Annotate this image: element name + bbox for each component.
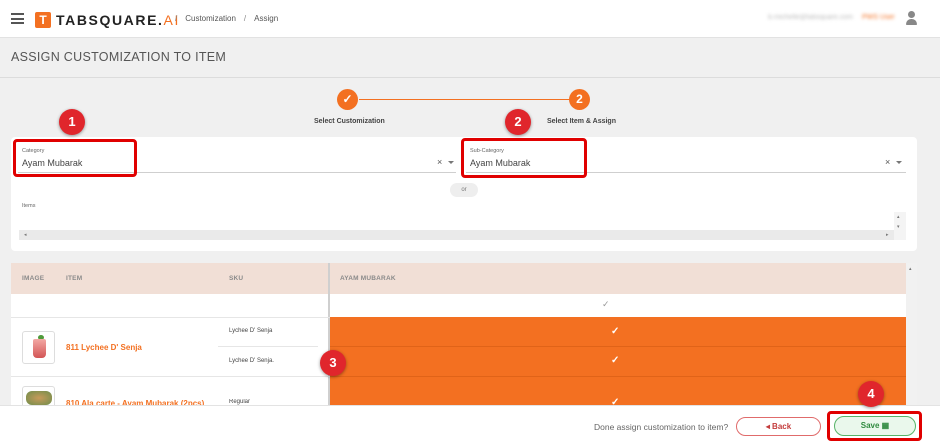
items-vertical-scrollbar[interactable]: ▴ ▾ (894, 212, 906, 240)
breadcrumb: / Customization / Assign (175, 14, 278, 23)
user-avatar-icon[interactable] (905, 11, 917, 26)
step-1-label: Select Customization (314, 118, 385, 125)
category-caret-icon[interactable] (448, 161, 454, 164)
annotation-badge-1: 1 (59, 109, 85, 135)
subcategory-clear-icon[interactable]: × (885, 157, 890, 167)
save-highlight-box (827, 411, 922, 441)
sku-label: Lychee D' Senja. (229, 358, 274, 364)
row-divider (11, 317, 330, 318)
page-title: ASSIGN CUSTOMIZATION TO ITEM (11, 50, 227, 64)
scroll-up-icon[interactable]: ▴ (897, 214, 900, 220)
hamburger-menu-icon[interactable] (11, 13, 24, 24)
breadcrumb-sep: / (175, 14, 178, 23)
stepper-connector (359, 99, 581, 100)
user-email: b.michelle@tabsquare.com (768, 14, 853, 21)
scroll-left-icon[interactable]: ◂ (24, 232, 27, 238)
annotation-badge-2: 2 (505, 109, 531, 135)
select-all-check-icon[interactable]: ✓ (602, 299, 610, 310)
step-2-number: 2 (569, 89, 590, 110)
col-header-image: IMAGE (22, 275, 45, 282)
user-role-tag: PWS User (862, 14, 895, 21)
title-divider (0, 77, 940, 78)
assign-check-icon[interactable]: ✓ (611, 355, 619, 366)
category-highlight-box (13, 139, 137, 177)
cell-divider (330, 346, 906, 347)
table-vertical-scrollbar[interactable]: ▴ (906, 263, 917, 405)
breadcrumb-item-assign: Assign (254, 14, 279, 23)
table-header-right (328, 263, 906, 294)
row-divider (218, 346, 318, 347)
step-1-check-icon: ✓ (337, 89, 358, 110)
items-label: Items (22, 203, 36, 209)
or-divider: or (450, 183, 478, 197)
subcategory-highlight-box (461, 138, 587, 178)
table-header-left (11, 263, 328, 294)
col-header-ayam-mubarak: AYAM MUBARAK (340, 275, 396, 282)
scroll-right-icon[interactable]: ▸ (886, 232, 889, 238)
done-prompt: Done assign customization to item? (594, 422, 729, 432)
logo-text: TABSQUARE.AI (56, 12, 180, 28)
logo-wordmark: TABSQUARE. (56, 11, 164, 28)
breadcrumb-sep: / (243, 14, 247, 23)
logo-mark: T (35, 11, 51, 28)
col-header-sku: SKU (229, 275, 244, 282)
items-scrollbar[interactable] (19, 230, 894, 240)
scroll-down-icon[interactable]: ▾ (897, 224, 900, 230)
back-button[interactable]: ◂ Back (736, 417, 821, 436)
scroll-up-icon[interactable]: ▴ (909, 266, 912, 272)
subcategory-caret-icon[interactable] (896, 161, 902, 164)
assign-check-icon[interactable]: ✓ (611, 326, 619, 337)
annotation-badge-3: 3 (320, 350, 346, 376)
category-clear-icon[interactable]: × (437, 157, 442, 167)
step-2-label: Select Item & Assign (547, 118, 616, 125)
item-image (22, 386, 55, 405)
col-header-item: ITEM (66, 275, 83, 282)
sku-label: Lychee D' Senja (229, 328, 273, 334)
row-divider (11, 376, 330, 377)
logo[interactable]: T TABSQUARE.AI (35, 11, 180, 28)
item-name: 811 Lychee D' Senja (66, 343, 142, 352)
annotation-badge-4: 4 (858, 381, 884, 407)
breadcrumb-item-customization[interactable]: Customization (185, 14, 236, 23)
item-image (22, 331, 55, 364)
top-bar: T TABSQUARE.AI / Customization / Assign … (0, 0, 940, 38)
cell-divider (330, 376, 906, 377)
